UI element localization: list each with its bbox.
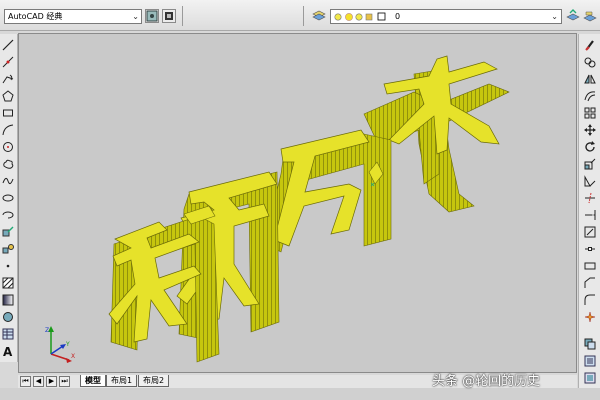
toolbar-lock-icon <box>165 12 173 20</box>
hatch-icon[interactable] <box>1 276 15 290</box>
top-toolbar: AutoCAD 经典 ⌄ 0 ⌄ <box>0 0 600 31</box>
extruded-glyph-leftmost <box>108 205 220 363</box>
multiline-text-icon[interactable]: A <box>1 344 15 358</box>
layer-color-swatch <box>377 12 386 21</box>
workspace-settings-button[interactable] <box>145 9 159 23</box>
mirror-icon[interactable] <box>583 72 597 86</box>
ellipse-arc-icon[interactable] <box>1 208 15 222</box>
gear-icon <box>146 10 158 22</box>
first-tab-button[interactable]: ⏮ <box>20 376 31 387</box>
polygon-icon[interactable] <box>1 89 15 103</box>
last-tab-button[interactable]: ⏭ <box>59 376 70 387</box>
layer-select[interactable]: 0 ⌄ <box>330 9 562 24</box>
array-icon[interactable] <box>583 106 597 120</box>
revision-cloud-icon[interactable] <box>1 157 15 171</box>
chevron-down-icon[interactable]: ⌄ <box>551 10 558 23</box>
customize-button[interactable] <box>162 9 176 23</box>
chamfer-icon[interactable] <box>583 276 597 290</box>
table-icon[interactable] <box>1 327 15 341</box>
workspace-select[interactable]: AutoCAD 经典 ⌄ <box>4 9 142 24</box>
point-icon[interactable] <box>1 259 15 273</box>
svg-text:X: X <box>71 353 75 360</box>
copy-icon[interactable] <box>583 55 597 69</box>
modify-toolbar <box>578 34 600 394</box>
tab-model[interactable]: 模型 <box>80 375 106 387</box>
layer-state-icons <box>334 12 386 21</box>
rotate-icon[interactable] <box>583 140 597 154</box>
svg-text:Y: Y <box>65 341 70 348</box>
ucs-icon: Z Y X <box>45 326 75 363</box>
polyline-icon[interactable] <box>1 72 15 86</box>
region-icon[interactable] <box>1 310 15 324</box>
make-block-icon[interactable] <box>1 242 15 256</box>
rectangle-icon[interactable] <box>1 106 15 120</box>
match-properties-icon[interactable] <box>583 371 597 385</box>
layer-previous-icon <box>583 11 597 22</box>
chevron-down-icon[interactable]: ⌄ <box>132 10 139 23</box>
insert-block-icon[interactable] <box>1 225 15 239</box>
layer-select-value: 0 <box>395 12 401 21</box>
watermark-text: 头条 @轮回的历史 <box>432 374 541 389</box>
draw-order-icon[interactable] <box>583 337 597 351</box>
arc-icon[interactable] <box>1 123 15 137</box>
break-at-point-icon[interactable] <box>583 225 597 239</box>
trim-icon[interactable] <box>583 191 597 205</box>
scale-icon[interactable] <box>583 157 597 171</box>
explode-icon[interactable] <box>583 310 597 324</box>
layer-viewport-thaw-icon <box>355 13 363 21</box>
workspace-select-value: AutoCAD 经典 <box>8 12 63 21</box>
line-icon[interactable] <box>1 38 15 52</box>
spline-icon[interactable] <box>1 174 15 188</box>
layer-unlock-icon <box>365 13 373 21</box>
model-viewport[interactable]: Z Y X <box>18 33 577 373</box>
tab-layout1[interactable]: 布局1 <box>106 375 138 387</box>
extruded-glyph-middle <box>263 129 392 253</box>
status-strip <box>0 388 600 400</box>
layer-manager-button[interactable] <box>312 9 326 23</box>
join-icon[interactable] <box>583 259 597 273</box>
stretch-icon[interactable] <box>583 174 597 188</box>
layer-thaw-icon <box>345 13 353 21</box>
properties-icon[interactable] <box>583 354 597 368</box>
circle-icon[interactable] <box>1 140 15 154</box>
break-icon[interactable] <box>583 242 597 256</box>
gradient-icon[interactable] <box>1 293 15 307</box>
make-current-layer-button[interactable] <box>566 9 580 23</box>
layer-previous-button[interactable] <box>583 9 597 23</box>
move-icon[interactable] <box>583 123 597 137</box>
previous-tab-button[interactable]: ◀ <box>33 376 44 387</box>
draw-toolbar: A <box>0 34 18 362</box>
drawing-canvas: Z Y X <box>45 55 510 363</box>
extruded-glyph-left-middle <box>176 171 280 340</box>
layers-icon <box>312 10 326 21</box>
construction-line-icon[interactable] <box>1 55 15 69</box>
fillet-icon[interactable] <box>583 293 597 307</box>
layer-on-icon <box>334 13 342 21</box>
offset-icon[interactable] <box>583 89 597 103</box>
erase-icon[interactable] <box>583 38 597 52</box>
tab-layout2[interactable]: 布局2 <box>138 375 170 387</box>
svg-text:A: A <box>3 345 13 357</box>
layer-make-current-icon <box>566 9 580 21</box>
next-tab-button[interactable]: ▶ <box>46 376 57 387</box>
ellipse-icon[interactable] <box>1 191 15 205</box>
svg-text:Z: Z <box>45 327 49 334</box>
extend-icon[interactable] <box>583 208 597 222</box>
